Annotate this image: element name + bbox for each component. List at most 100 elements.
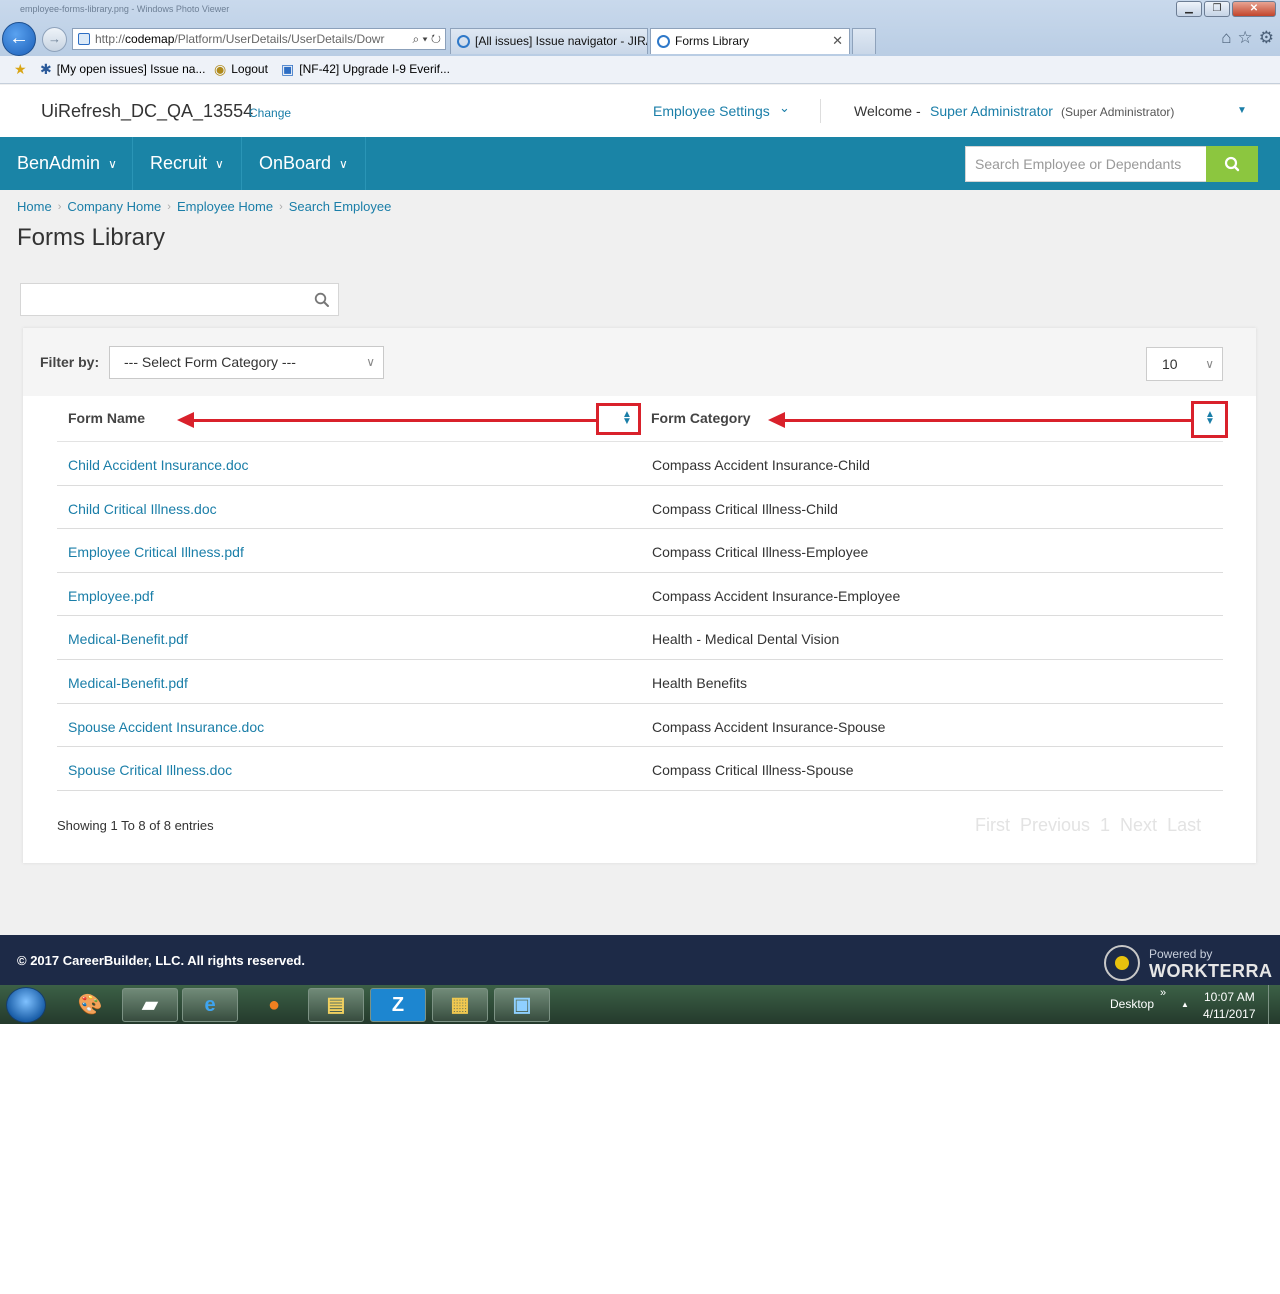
breadcrumb-employee-home[interactable]: Employee Home [177,199,273,214]
change-client-link[interactable]: Change [249,106,291,120]
form-name-link[interactable]: Spouse Critical Illness.doc [68,762,232,778]
page-icon: ▣ [281,61,295,77]
form-category-cell: Compass Accident Insurance-Employee [652,587,901,604]
form-name-link[interactable]: Employee Critical Illness.pdf [68,544,244,560]
clock-date[interactable]: 4/11/2017 [1203,1007,1256,1021]
user-role: (Super Administrator) [1061,105,1175,119]
back-arrow-icon[interactable]: ← [2,22,36,56]
tab-forms-library[interactable]: Forms Library ✕ [650,28,850,54]
form-category-cell: Health - Medical Dental Vision [652,631,840,648]
breadcrumb-separator: › [57,200,62,213]
powered-by: Powered by [1149,947,1213,961]
page-title: Forms Library [17,224,166,251]
annotation-arrow-head [177,412,194,428]
paint-icon[interactable]: 🎨 [62,988,118,1022]
form-category-cell: Compass Critical Illness-Employee [652,544,869,561]
gear-icon[interactable]: ⚙ [1259,28,1274,48]
internet-explorer-icon[interactable]: e [182,988,238,1022]
close-tab-icon[interactable]: ✕ [832,29,843,53]
address-bar[interactable]: http://codemap/Platform/UserDetails/User… [72,28,446,50]
workterra-logo-icon [1104,945,1140,981]
form-name-link[interactable]: Spouse Accident Insurance.doc [68,719,264,735]
chevron-down-icon[interactable]: ⌄ [779,100,790,116]
breadcrumb-home[interactable]: Home [17,199,52,214]
breadcrumb-search-employee[interactable]: Search Employee [289,199,392,214]
favorite-label: Logout [231,62,268,76]
nav-item-recruit[interactable]: Recruit ∨ [133,137,242,190]
browser-tools: ⌂ ☆ ⚙ [1221,28,1274,48]
book-app-icon[interactable]: ▰ [122,988,178,1022]
main-nav: BenAdmin ∨ Recruit ∨ OnBoard ∨ Search Emplo… [0,137,1280,190]
welcome-text: Welcome - [854,103,921,119]
favorite-my-open-issues[interactable]: ✱ [My open issues] Issue na... [40,62,205,76]
start-button-icon[interactable] [6,987,46,1023]
form-name-link[interactable]: Medical-Benefit.pdf [68,631,188,647]
maximize-button[interactable]: ❐ [1204,1,1230,17]
firefox-icon[interactable]: ● [246,988,302,1022]
form-category-cell: Compass Accident Insurance-Child [652,457,870,473]
form-category-cell: Compass Critical Illness-Child [652,500,838,517]
z-app-icon[interactable]: Z [370,988,426,1022]
favorite-label: [My open issues] Issue na... [56,62,206,76]
chevron-down-icon: ∨ [366,355,375,369]
pager-last[interactable]: Last [1167,815,1201,836]
photo-viewer-icon[interactable]: ▣ [494,988,550,1022]
nav-label: OnBoard [259,153,332,173]
filter-label: Filter by: [40,354,100,370]
column-header-form-category[interactable]: Form Category [651,410,751,426]
forward-arrow-icon[interactable]: → [42,27,67,52]
client-name: UiRefresh_DC_QA_13554 [41,101,254,121]
search-icon[interactable] [314,292,330,308]
new-tab-button[interactable] [852,28,876,54]
app-header: UiRefresh_DC_QA_13554 Change Employee Se… [0,85,1280,137]
filter-bar: Filter by: --- Select Form Category --- … [23,328,1256,396]
forms-search-input[interactable] [20,283,339,316]
close-window-button[interactable]: ✕ [1232,1,1276,17]
favorite-label: [NF-42] Upgrade I-9 Everif... [299,62,450,76]
form-category-value: --- Select Form Category --- [124,354,296,370]
employee-settings-menu[interactable]: Employee Settings [653,103,770,119]
minimize-button[interactable]: ▁ [1176,1,1202,17]
favorite-nf-42[interactable]: ▣ [NF-42] Upgrade I-9 Everif... [281,62,450,76]
chevron-down-icon: ∨ [108,157,117,171]
form-category-select[interactable]: --- Select Form Category --- ∨ [109,346,384,379]
clock-time[interactable]: 10:07 AM [1204,990,1255,1004]
employee-search-button[interactable] [1206,146,1258,182]
table-row: Spouse Critical Illness.doc Compass Criti… [57,747,1223,791]
home-icon[interactable]: ⌂ [1221,28,1231,48]
user-menu-caret-icon[interactable]: ▼ [1237,105,1247,116]
url-scheme: http:// [95,32,126,46]
annotation-box [596,403,641,435]
search-icon [1224,156,1240,172]
toolbar-expand-icon[interactable]: » [1160,987,1166,999]
user-name-link[interactable]: Super Administrator [930,103,1053,119]
tab-jira[interactable]: [All issues] Issue navigator - JIRA [450,28,648,54]
nav-item-benadmin[interactable]: BenAdmin ∨ [0,137,133,190]
desktop-toolbar[interactable]: Desktop [1110,997,1154,1011]
pager-first[interactable]: First [975,815,1010,836]
form-name-link[interactable]: Medical-Benefit.pdf [68,675,188,691]
column-header-form-name[interactable]: Form Name [68,410,145,426]
page-footer: © 2017 CareerBuilder, LLC. All rights re… [0,935,1280,985]
pager-next[interactable]: Next [1120,815,1157,836]
form-name-link[interactable]: Child Critical Illness.doc [68,501,217,517]
employee-search-input[interactable]: Search Employee or Dependants [965,146,1207,182]
star-icon[interactable]: ☆ [1238,28,1253,48]
form-name-link[interactable]: Child Accident Insurance.doc [68,457,249,473]
favorite-logout[interactable]: ◉ Logout [214,62,268,76]
pager-current[interactable]: 1 [1100,815,1110,836]
page-size-select[interactable]: 10 ∨ [1146,347,1223,381]
form-name-link[interactable]: Employee.pdf [68,588,154,604]
favorites-icon[interactable]: ★ [14,62,27,76]
file-explorer-icon[interactable]: ▦ [432,988,488,1022]
os-taskbar: 🎨 ▰ e ● ▤ Z ▦ ▣ Desktop » ▲ 10:07 AM 4/1… [0,985,1280,1024]
show-desktop-button[interactable] [1268,985,1280,1024]
page-icon [78,33,90,45]
sticky-notes-icon[interactable]: ▤ [308,988,364,1022]
breadcrumb-company-home[interactable]: Company Home [67,199,161,214]
pager-previous[interactable]: Previous [1020,815,1090,836]
nav-item-onboard[interactable]: OnBoard ∨ [242,137,366,190]
address-tools-icon[interactable]: ⌕ ▾ ↻ [409,29,441,49]
tray-up-arrow-icon[interactable]: ▲ [1181,1000,1189,1009]
window-controls: ▁ ❐ ✕ [1176,1,1276,17]
